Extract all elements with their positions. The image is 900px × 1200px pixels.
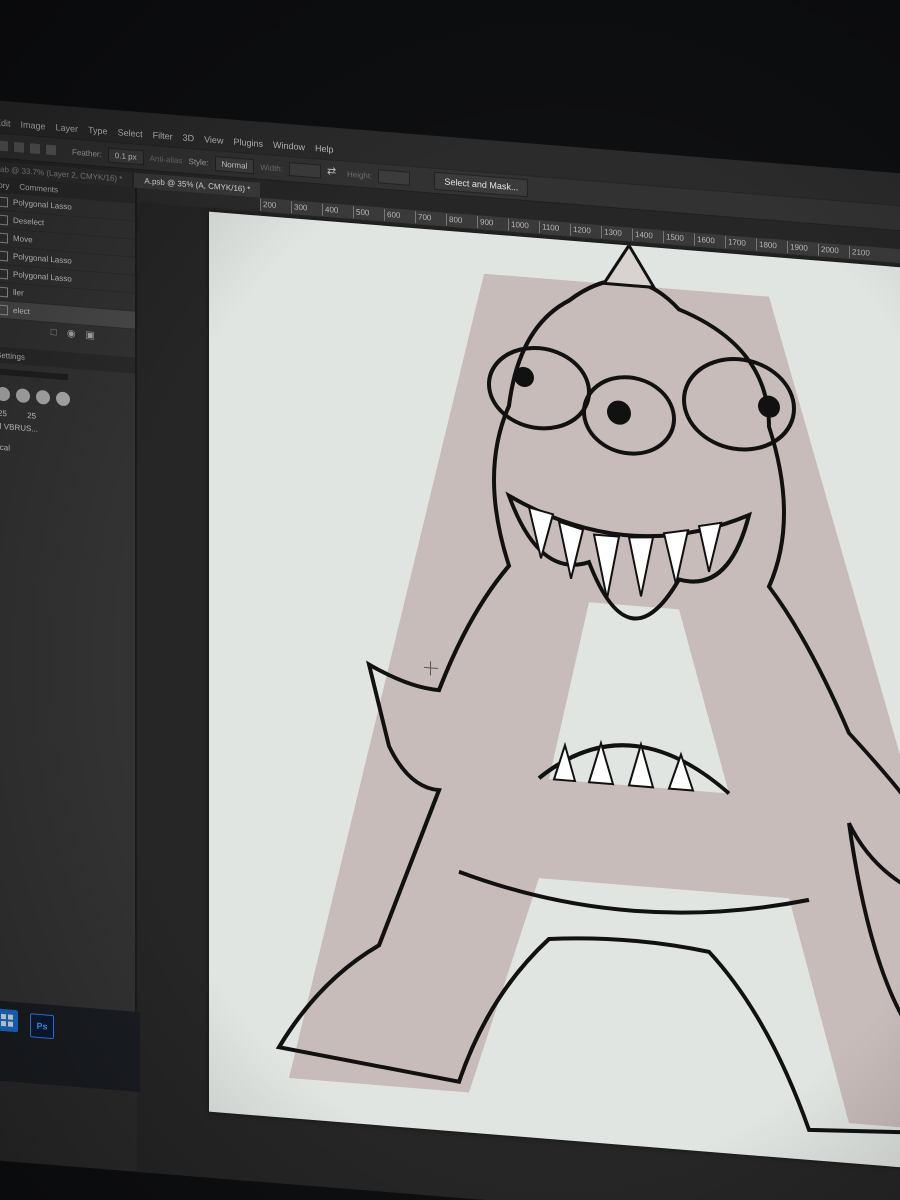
history-step-icon [0,304,8,315]
document-canvas[interactable] [209,211,900,1176]
history-item-label: Polygonal Lasso [13,251,72,266]
ruler-tick: 1100 [539,221,570,236]
ruler-tick: 300 [291,201,322,216]
tab-history[interactable]: tory [0,180,9,190]
menu-item-filter[interactable]: Filter [148,130,178,142]
history-step-icon [0,214,8,225]
ruler-tick: 600 [384,208,415,224]
ruler-tick: 1000 [508,218,539,234]
new-selection-icon[interactable] [0,140,8,152]
width-label: Width: [260,162,283,174]
width-input[interactable] [288,162,321,179]
ruler-tick: 1900 [787,241,818,256]
ruler-tick: 1200 [570,223,601,239]
intersect-selection-icon[interactable] [46,144,56,156]
brush-preset[interactable] [16,388,30,404]
history-step-icon [0,286,8,297]
feather-input[interactable]: 0.1 px [107,146,144,165]
height-input[interactable] [378,169,411,186]
new-document-icon[interactable]: □ [51,326,57,337]
crosshair-cursor [424,661,438,676]
menu-item-help[interactable]: Help [310,143,339,155]
history-item-label: Polygonal Lasso [13,269,72,284]
ruler-tick: 900 [477,216,508,231]
taskbar: Ps [0,1000,140,1093]
trash-icon[interactable]: ▣ [86,329,95,341]
brush-size-a: 25 [0,408,7,419]
history-item-label: Move [13,233,33,245]
ruler-tick: 800 [446,213,477,229]
photoshop-taskbar-icon[interactable]: Ps [30,1013,54,1040]
history-item-label: elect [13,305,30,317]
ruler-tick: 1700 [725,236,756,251]
monitor: Edit Image Layer Type Select Filter 3D V… [0,0,900,1200]
left-panel: tory Comments Polygonal Lasso Deselect Mov… [0,176,137,1088]
menu-item-3d[interactable]: 3D [178,132,200,144]
style-label: Style: [188,156,209,168]
history-item-label: Polygonal Lasso [13,197,72,212]
history-step-icon [0,196,8,207]
style-select[interactable]: Normal [214,155,255,174]
history-item-label: ller [13,287,24,298]
ruler-tick: 1800 [756,238,787,254]
brush-size-b: 25 [27,410,37,421]
add-selection-icon[interactable] [14,141,24,153]
ruler-tick: 2000 [818,243,849,259]
menu-item-view[interactable]: View [199,134,228,146]
photoshop-window: Edit Image Layer Type Select Filter 3D V… [0,100,900,1200]
anti-alias-checkbox[interactable]: Anti-alias [150,153,183,165]
subtract-selection-icon[interactable] [30,143,40,155]
swap-icon[interactable] [327,167,341,178]
menu-item-edit[interactable]: Edit [0,117,16,129]
photoshop-label: Ps [36,1020,48,1032]
ruler-tick: 700 [415,211,446,226]
brush-group-label-2: ical [0,442,11,453]
brush-settings-title: Settings [0,349,25,362]
history-list: Polygonal Lasso Deselect Move Polygonal Las… [0,192,135,330]
menu-item-layer[interactable]: Layer [51,122,84,135]
brush-preset[interactable] [0,386,10,402]
ruler-tick: 1500 [663,231,694,246]
brush-size-slider[interactable] [0,368,68,381]
menu-item-type[interactable]: Type [83,124,113,137]
camera-icon[interactable]: ◉ [67,328,76,340]
select-and-mask-button[interactable]: Select and Mask... [434,171,529,198]
brush-preset[interactable] [56,391,70,407]
history-step-icon [0,250,8,261]
windows-start-icon[interactable] [0,1008,18,1033]
history-step-icon [0,268,8,279]
height-label: Height: [346,169,373,181]
history-item-label: Deselect [13,215,45,228]
ruler-tick: 1300 [601,226,632,241]
monster-letter-a-artwork [275,242,900,1137]
ruler-tick: 2100 [849,246,880,261]
tab-comments[interactable]: Comments [19,182,58,194]
ruler-tick: 500 [353,206,384,221]
ruler-tick: 1600 [694,233,725,249]
history-step-icon [0,232,8,243]
ruler-tick: 1400 [632,228,663,244]
ruler-tick: 400 [322,203,353,219]
monster-horn [601,242,657,290]
menu-item-plugins[interactable]: Plugins [228,136,268,149]
menu-item-select[interactable]: Select [113,127,148,140]
feather-label: Feather: [72,147,102,159]
brush-preset[interactable] [36,389,50,405]
canvas-area[interactable] [137,201,900,1200]
ruler-tick: 200 [260,198,291,214]
menu-item-window[interactable]: Window [268,139,310,153]
menu-item-image[interactable]: Image [16,119,51,132]
